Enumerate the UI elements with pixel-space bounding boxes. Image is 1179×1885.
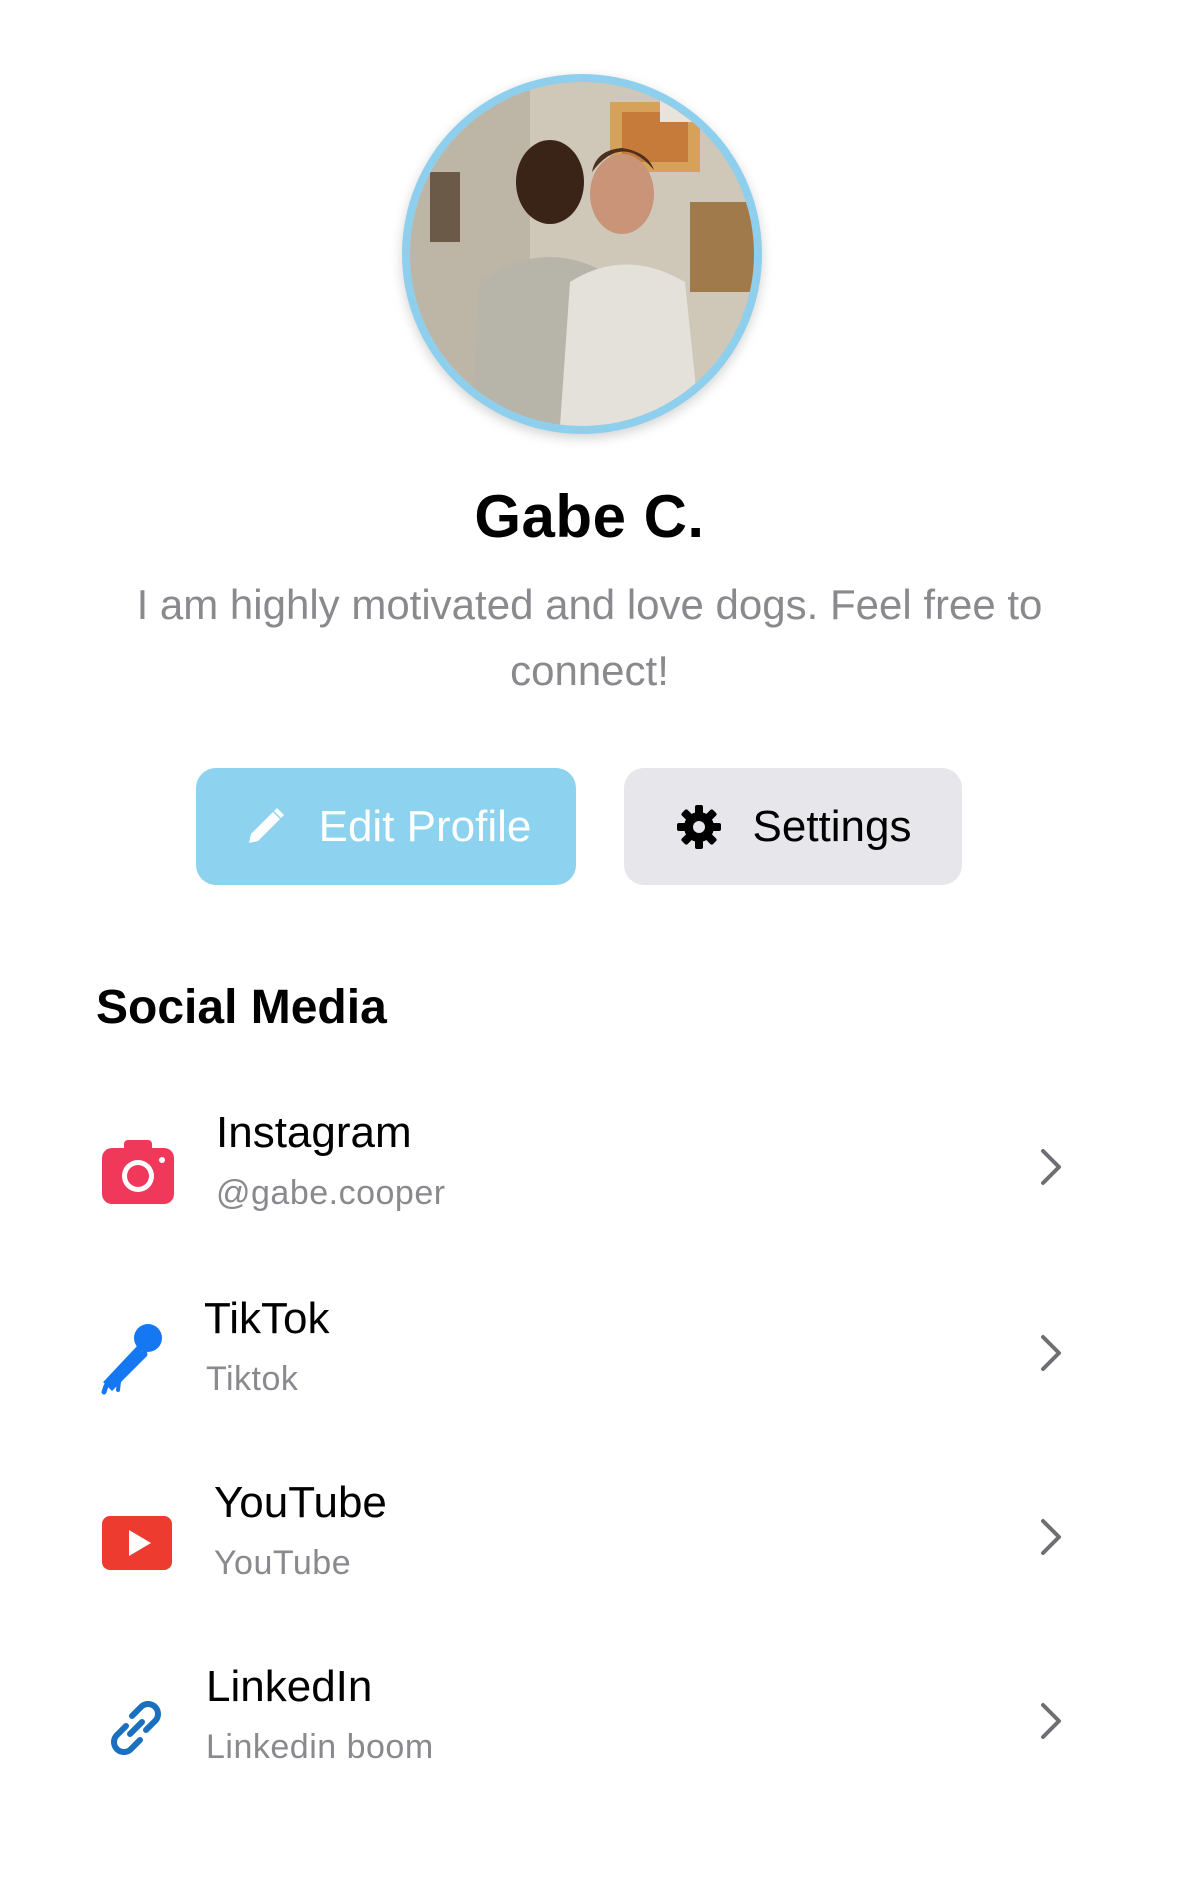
- social-item-youtube[interactable]: YouTube YouTube: [0, 1460, 1179, 1610]
- social-item-title: LinkedIn: [206, 1662, 373, 1711]
- social-item-title: YouTube: [214, 1478, 387, 1527]
- play-icon: [98, 1504, 178, 1584]
- chevron-right-icon: [1036, 1145, 1066, 1189]
- social-item-subtitle: @gabe.cooper: [216, 1174, 446, 1212]
- chevron-right-icon: [1036, 1331, 1066, 1375]
- chevron-right-icon: [1036, 1515, 1066, 1559]
- social-item-linkedin[interactable]: LinkedIn Linkedin boom: [0, 1644, 1179, 1794]
- edit-profile-button[interactable]: Edit Profile: [196, 768, 576, 885]
- microphone-icon: [96, 1316, 176, 1396]
- profile-avatar[interactable]: [402, 74, 762, 434]
- social-media-heading: Social Media: [96, 981, 387, 1034]
- social-item-subtitle: Tiktok: [206, 1360, 299, 1398]
- social-item-tiktok[interactable]: TikTok Tiktok: [0, 1276, 1179, 1426]
- edit-profile-label: Edit Profile: [318, 801, 532, 851]
- profile-name: Gabe C.: [474, 483, 705, 550]
- social-item-title: Instagram: [216, 1108, 412, 1157]
- link-icon: [96, 1688, 176, 1768]
- profile-bio: I am highly motivated and love dogs. Fee…: [136, 581, 1043, 694]
- avatar-photo: [410, 82, 754, 426]
- settings-button[interactable]: Settings: [624, 768, 962, 885]
- pencil-icon: [241, 803, 289, 851]
- social-item-title: TikTok: [204, 1294, 330, 1343]
- chevron-right-icon: [1036, 1699, 1066, 1743]
- social-item-subtitle: Linkedin boom: [206, 1728, 434, 1766]
- social-item-instagram[interactable]: Instagram @gabe.cooper: [0, 1090, 1179, 1240]
- social-item-subtitle: YouTube: [214, 1544, 352, 1582]
- gear-icon: [675, 803, 723, 851]
- camera-icon: [98, 1132, 178, 1212]
- settings-label: Settings: [752, 801, 912, 851]
